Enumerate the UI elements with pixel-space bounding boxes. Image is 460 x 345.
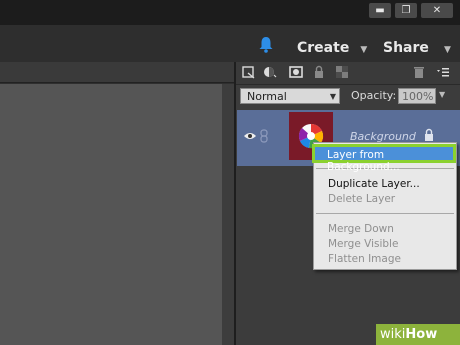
new-layer-icon[interactable] [242, 65, 256, 79]
trash-icon[interactable] [412, 65, 426, 79]
bell-icon[interactable] [258, 36, 274, 53]
chevron-down-icon[interactable]: ▼ [439, 90, 445, 99]
lock-transparent-icon[interactable] [335, 65, 349, 79]
panel-menu-icon[interactable] [436, 65, 450, 79]
opacity-input[interactable]: 100% [398, 88, 436, 104]
menu-item-delete-layer[interactable]: Delete Layer [328, 193, 395, 205]
menu-item-flatten-image[interactable]: Flatten Image [328, 253, 401, 265]
menu-separator [316, 213, 454, 214]
close-button[interactable]: ✕ [421, 3, 453, 18]
share-label: Share [383, 40, 429, 56]
canvas-ruler [0, 62, 236, 83]
blend-mode-value: Normal [247, 90, 287, 103]
create-label: Create [297, 40, 350, 56]
watermark-suffix: How [405, 327, 438, 342]
layer-mask-icon[interactable] [289, 65, 303, 79]
opacity-label: Opacity: [351, 89, 397, 102]
wikihow-watermark: wikiHow [376, 324, 460, 345]
menu-item-merge-down[interactable]: Merge Down [328, 223, 394, 235]
adjustment-layer-icon[interactable] [263, 65, 277, 79]
chevron-down-icon: ▼ [444, 45, 451, 55]
lock-all-icon[interactable] [312, 65, 326, 79]
menu-item-duplicate-layer[interactable]: Duplicate Layer... [328, 178, 420, 190]
window-title-bar [0, 0, 460, 25]
create-menu[interactable]: Create ▼ [297, 37, 367, 56]
menu-item-merge-visible[interactable]: Merge Visible [328, 238, 398, 250]
blend-mode-select[interactable]: Normal ▼ [240, 88, 340, 104]
chevron-down-icon: ▼ [329, 92, 336, 101]
lock-icon [425, 128, 433, 141]
restore-button[interactable]: ❐ [395, 3, 417, 18]
eye-icon[interactable] [243, 131, 257, 141]
minimize-button[interactable]: ▬ [369, 3, 391, 18]
vertical-scrollbar[interactable] [222, 84, 234, 345]
chevron-down-icon: ▼ [360, 45, 368, 55]
watermark-prefix: wiki [380, 327, 406, 342]
image-canvas[interactable] [0, 84, 222, 345]
menu-item-layer-from-background[interactable]: Layer from Background... [312, 144, 456, 173]
menu-item-label: Layer from Background... [327, 149, 400, 173]
link-icon[interactable] [260, 129, 268, 143]
share-menu[interactable]: Share ▼ [383, 37, 451, 56]
